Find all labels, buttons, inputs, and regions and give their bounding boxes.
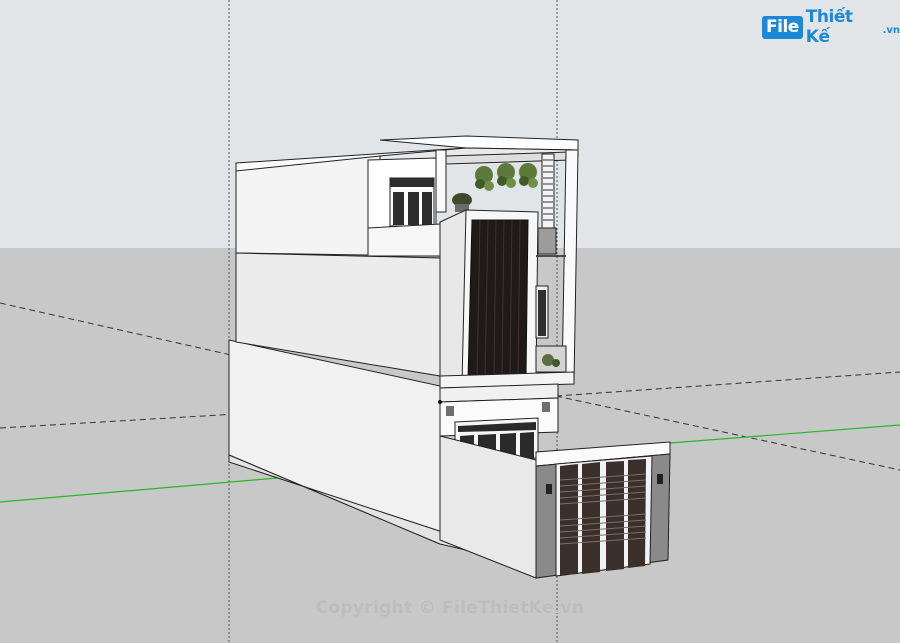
- wall-light-icon: [542, 402, 550, 412]
- ground-floor-door-panel: [520, 432, 534, 460]
- potted-plant-icon: [452, 193, 472, 212]
- sketchup-viewport[interactable]: File Thiết Kế .vn Copyright © FileThietK…: [0, 0, 900, 643]
- gate-light-icon: [546, 484, 552, 494]
- copyright-watermark: Copyright © FileThietKe.vn: [315, 598, 585, 618]
- logo-suffix-text: .vn: [882, 24, 900, 36]
- front-column-top: [435, 149, 447, 213]
- vertical-louver-strip: [541, 153, 555, 229]
- top-floor-window-transom: [390, 178, 434, 187]
- model-scene[interactable]: [0, 0, 900, 643]
- top-floor-window-pane: [408, 192, 419, 225]
- brand-logo: File Thiết Kế .vn: [762, 7, 900, 47]
- gate-light-icon: [657, 474, 663, 484]
- hanging-plant-icon: [497, 163, 516, 188]
- top-floor-parapet: [367, 223, 441, 257]
- side-window-glass: [538, 290, 546, 336]
- top-floor-window-pane: [422, 192, 432, 225]
- axis-origin-point: [438, 400, 442, 404]
- wall-light-icon: [446, 406, 454, 416]
- logo-brand-text: Thiết Kế: [805, 7, 853, 47]
- hanging-plant-icon: [519, 163, 538, 188]
- logo-file-text: File: [762, 15, 803, 39]
- wall-lamp-box: [537, 227, 557, 255]
- hanging-plant-icon: [475, 166, 494, 191]
- top-floor-window-pane: [393, 192, 404, 225]
